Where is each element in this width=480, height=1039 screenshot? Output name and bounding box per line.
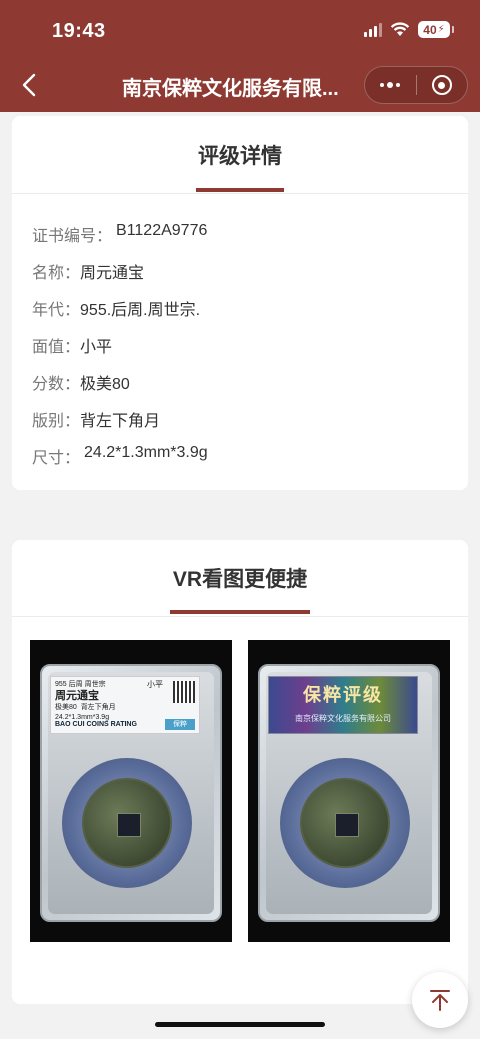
title-underline [170,610,310,614]
detail-label: 版别： [32,413,81,430]
label-brand: BAO CUI COINS RATING [55,721,137,728]
detail-value: 955.后周.周世宗. [80,302,201,319]
grading-details-title: 评级详情 [198,145,282,168]
status-time: 19:43 [52,20,106,42]
detail-row-denomination: 面值： 小平 [32,333,112,357]
label-tag: 保粹 [165,719,195,730]
close-mini-program-button[interactable] [416,67,467,103]
label-denomination: 小平 [147,680,163,689]
detail-row-era: 年代： 955.后周.周世宗. [32,296,200,320]
hologram-label: 保粹评级 南京保粹文化服务有限公司 [268,676,418,734]
detail-label: 年代： [32,302,81,319]
coin-front-photo[interactable]: 955 后周 周世宗 小平 七级 周元通宝 极美80 背左下角月 24.2*1.… [30,640,232,942]
grading-label: 955 后周 周世宗 小平 七级 周元通宝 极美80 背左下角月 24.2*1.… [50,676,200,734]
hologram-brand: 保粹评级 [303,685,383,705]
detail-row-name: 名称： 周元通宝 [32,259,144,283]
qr-code-icon [173,681,195,703]
detail-row-certificate: 证书编号： B1122A9776 [32,222,207,246]
chevron-left-icon [22,73,36,97]
detail-label: 面值： [32,339,81,356]
hologram-company: 南京保粹文化服务有限公司 [295,714,391,723]
detail-row-score: 分数： 极美80 [32,370,130,394]
target-icon [431,75,452,95]
detail-value: B1122A9776 [116,222,208,239]
divider [12,193,468,194]
detail-row-size: 尺寸： 24.2*1.3mm*3.9g [32,444,208,468]
detail-value: 24.2*1.3mm*3.9g [84,444,208,461]
more-dots-icon [380,82,401,88]
detail-label: 证书编号： [32,228,113,245]
back-to-top-button[interactable] [412,972,468,1028]
mini-program-capsule [364,66,468,104]
vr-view-card: VR看图更便捷 955 后周 周世宗 小平 七级 周元通宝 极美80 背左下角月… [12,540,468,1004]
coin-slab: 955 后周 周世宗 小平 七级 周元通宝 极美80 背左下角月 24.2*1.… [40,664,222,922]
signal-icon [364,22,382,37]
page-title: 南京保粹文化服务有限... [122,78,339,100]
detail-value: 极美80 [80,376,130,393]
coin-image [300,778,390,868]
wifi-icon [390,22,410,36]
coin-image [82,778,172,868]
home-indicator[interactable] [155,1022,325,1027]
coin-slab: 保粹评级 南京保粹文化服务有限公司 [258,664,440,922]
grading-details-card: 评级详情 证书编号： B1122A9776 名称： 周元通宝 年代： 955.后… [12,116,468,490]
detail-value: 背左下角月 [80,413,161,430]
detail-label: 分数： [32,376,81,393]
top-bar: 19:43 40 ⚡ 南京保粹文化服务有限... [0,0,480,112]
status-icons: 40 ⚡ [364,21,454,38]
coin-back-photo[interactable]: 保粹评级 南京保粹文化服务有限公司 [248,640,450,942]
coin-holder-ring [62,758,192,888]
vr-view-title: VR看图更便捷 [172,568,308,591]
battery-icon: 40 ⚡ [418,21,454,38]
title-underline [196,188,284,192]
label-variety: 背左下角月 [80,704,116,711]
battery-level: 40 [423,22,437,37]
arrow-up-to-top-icon [430,990,450,1011]
detail-label: 尺寸： [32,450,81,467]
detail-value: 周元通宝 [80,265,145,282]
detail-label: 名称： [32,265,81,282]
back-button[interactable] [14,68,44,102]
detail-row-variety: 版别： 背左下角月 [32,407,160,431]
label-score: 极美80 [55,704,77,711]
more-button[interactable] [365,67,416,103]
coin-holder-ring [280,758,410,888]
detail-value: 小平 [80,339,113,356]
divider [12,616,468,617]
